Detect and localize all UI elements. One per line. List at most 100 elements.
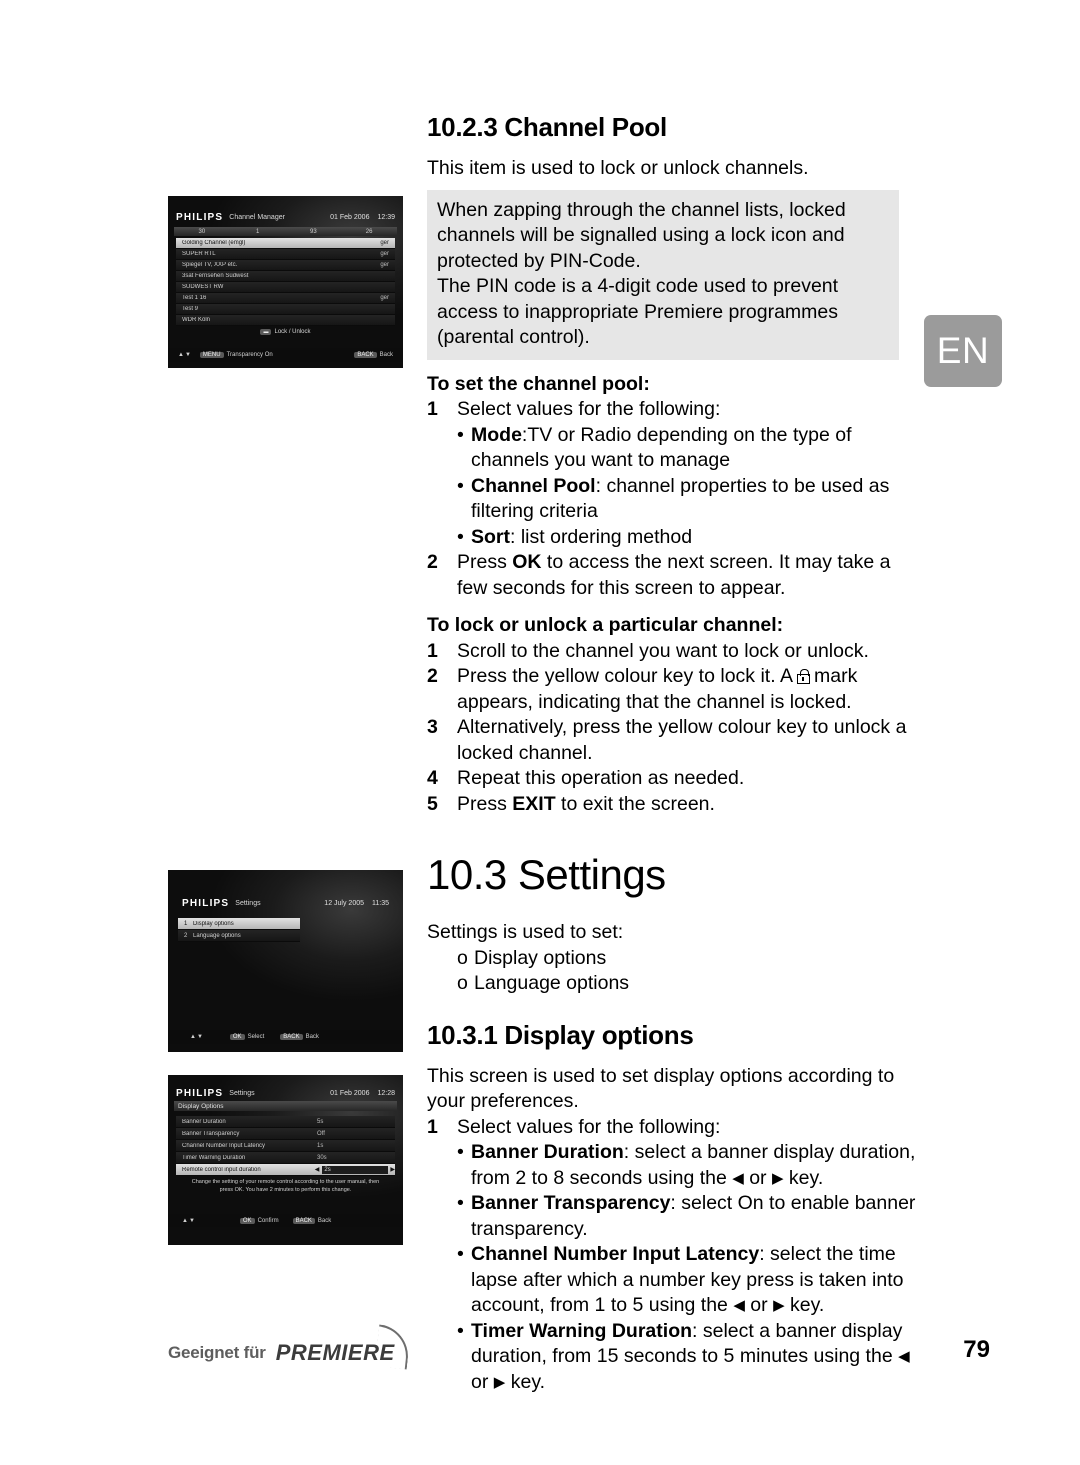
bullet-mid: or: [471, 1370, 494, 1393]
step-text: Press the yellow colour key to lock it. …: [457, 664, 919, 715]
bullet-text: Channel Pool: channel properties to be u…: [471, 474, 919, 525]
bullet-marker: •: [457, 1243, 464, 1265]
right-arrow-icon[interactable]: ▶: [390, 1166, 395, 1173]
step-number: 5: [427, 792, 438, 815]
back-key-icon[interactable]: BACK: [292, 1217, 315, 1224]
option-label: Display options: [474, 946, 607, 969]
option-marker: o: [457, 946, 468, 969]
option-value: Off: [317, 1130, 325, 1137]
settings-menu-list[interactable]: 1 Display options 2 Language options: [178, 918, 300, 942]
channel-pool-intro: This item is used to lock or unlock chan…: [427, 157, 809, 179]
step-number: 1: [427, 639, 438, 662]
bullet-sep: :: [595, 474, 607, 497]
screenshot-display-options: PHILIPS Settings 01 Feb 2006 12:28 Displ…: [168, 1075, 403, 1245]
yellow-key-icon: ▬: [260, 328, 272, 335]
back-key-label: Back: [317, 1217, 332, 1224]
tv-header: PHILIPS Settings 12 July 2005 11:35: [168, 896, 403, 910]
table-row[interactable]: SUPER RTL ger: [176, 249, 395, 260]
option-value: 5s: [317, 1118, 324, 1125]
channel-name: 3sat Fernsehen Südwest: [182, 273, 249, 279]
screen-title: Channel Manager: [229, 213, 285, 221]
heading-display-options: 10.3.1 Display options: [427, 1019, 694, 1050]
bullet-text: Banner Transparency: select On to enable…: [471, 1191, 919, 1242]
table-row[interactable]: Banner Transparency Off: [176, 1128, 395, 1140]
table-row[interactable]: Remote control input duration ◀ 2s ▶: [176, 1164, 395, 1176]
subtitle-bar: Display Options: [174, 1101, 397, 1111]
time-label: 11:35: [372, 899, 389, 907]
step-text: Select values for the following:: [457, 1115, 721, 1138]
list-item[interactable]: 2 Language options: [178, 930, 300, 942]
settings-intro: Settings is used to set:: [427, 921, 624, 943]
step-text-pre: Press: [457, 551, 513, 573]
table-row[interactable]: Spiegel TV, XXP etc. ger: [176, 260, 395, 271]
table-row[interactable]: Timer Warning Duration 30s: [176, 1152, 395, 1164]
premiere-logo: PREMIERE: [276, 1324, 411, 1370]
table-row[interactable]: Test 9: [176, 304, 395, 315]
column-header: 1: [255, 228, 260, 235]
left-arrow-icon[interactable]: ◀: [315, 1166, 320, 1173]
table-row[interactable]: 3sat Fernsehen Südwest: [176, 271, 395, 282]
ok-key-icon[interactable]: OK: [229, 1034, 245, 1040]
back-key-label: Back: [305, 1034, 319, 1040]
channel-list[interactable]: Golding Channel (emgl) ger SUPER RTL ger…: [176, 238, 395, 326]
heading-channel-pool: 10.2.3 Channel Pool: [427, 112, 667, 142]
tv-footer-bar: ▲▼ OK Select BACK Back: [168, 1030, 403, 1044]
ok-key-icon[interactable]: OK: [239, 1217, 255, 1224]
channel-name: WDR Köln: [182, 317, 211, 323]
time-label: 12:28: [377, 1089, 395, 1097]
table-row[interactable]: Channel Number Input Latency 1s: [176, 1140, 395, 1152]
item-label: Display options: [193, 920, 234, 927]
select-key-label: Select: [247, 1034, 265, 1040]
bullet-term: Banner Duration: [471, 1141, 624, 1163]
list-item: 3 Alternatively, press the yellow colour…: [427, 715, 919, 766]
tv-header: PHILIPS Settings 01 Feb 2006 12:28: [168, 1086, 403, 1100]
list-item: 1 Select values for the following:: [427, 1115, 919, 1141]
channel-name: SUPER RTL: [182, 251, 216, 257]
display-options-intro: This screen is used to set display optio…: [427, 1064, 895, 1113]
table-row[interactable]: Test 1 16 ger: [176, 293, 395, 304]
bullet-sep: :: [623, 1141, 635, 1163]
channel-value: ger: [380, 240, 389, 246]
options-list[interactable]: Banner Duration 5s Banner Transparency O…: [176, 1116, 395, 1176]
list-item[interactable]: 1 Display options: [178, 918, 300, 930]
table-row[interactable]: Golding Channel (emgl) ger: [176, 238, 395, 249]
list-item: • Channel Pool: channel properties to be…: [427, 474, 919, 525]
bullet-term: Channel Number Input Latency: [471, 1243, 760, 1265]
help-text: Change the setting of your remote contro…: [191, 1179, 380, 1193]
step-number: 2: [427, 665, 438, 687]
option-value: 30s: [317, 1154, 327, 1161]
confirm-key-label: Confirm: [257, 1217, 279, 1224]
step-number: 2: [427, 551, 438, 573]
option-value: 1s: [317, 1142, 324, 1149]
bullet-text: Mode:TV or Radio depending on the type o…: [471, 423, 919, 474]
table-row[interactable]: SÜDWEST RW: [176, 282, 395, 293]
channel-name: Test 1 16: [182, 295, 207, 301]
channel-name: Golding Channel (emgl): [182, 240, 246, 246]
list-item: • Channel Number Input Latency: select t…: [427, 1242, 919, 1319]
screen-title: Settings: [235, 899, 261, 907]
main-text-column: 10.2.3 Channel Pool This item is used to…: [427, 0, 919, 1395]
key-hint-label: Lock / Unlock: [274, 328, 311, 335]
back-key-icon[interactable]: BACK: [354, 352, 377, 358]
menu-key-icon[interactable]: MENU: [199, 352, 224, 358]
list-item: • Mode:TV or Radio depending on the type…: [427, 423, 919, 474]
bullet-term: Mode: [471, 423, 522, 446]
item-number: 1: [184, 920, 188, 927]
screenshot-settings-menu: PHILIPS Settings 12 July 2005 11:35 1 Di…: [168, 870, 403, 1052]
back-key-icon[interactable]: BACK: [280, 1034, 303, 1040]
callout-pin-info: When zapping through the channel lists, …: [427, 189, 899, 360]
menu-key-label: Transparency On: [226, 352, 273, 358]
list-item: • Sort: list ordering method: [427, 525, 919, 551]
table-row[interactable]: Banner Duration 5s: [176, 1116, 395, 1128]
column-header: 26: [365, 228, 373, 235]
bullet-text: Sort: list ordering method: [471, 525, 919, 551]
right-arrow-icon: ▶: [773, 1297, 785, 1314]
right-arrow-icon: ▶: [771, 1169, 784, 1187]
bullet-marker: •: [457, 423, 464, 446]
subtitle-label: Display Options: [178, 1102, 224, 1110]
right-arrow-icon: ▶: [493, 1373, 506, 1391]
heading-settings: 10.3 Settings: [427, 851, 666, 898]
bullet-mid: or: [744, 1294, 774, 1316]
premiere-swoosh-icon: [374, 1324, 411, 1370]
footer-brand-logo: Geeignet für PREMIERE: [168, 1324, 411, 1370]
